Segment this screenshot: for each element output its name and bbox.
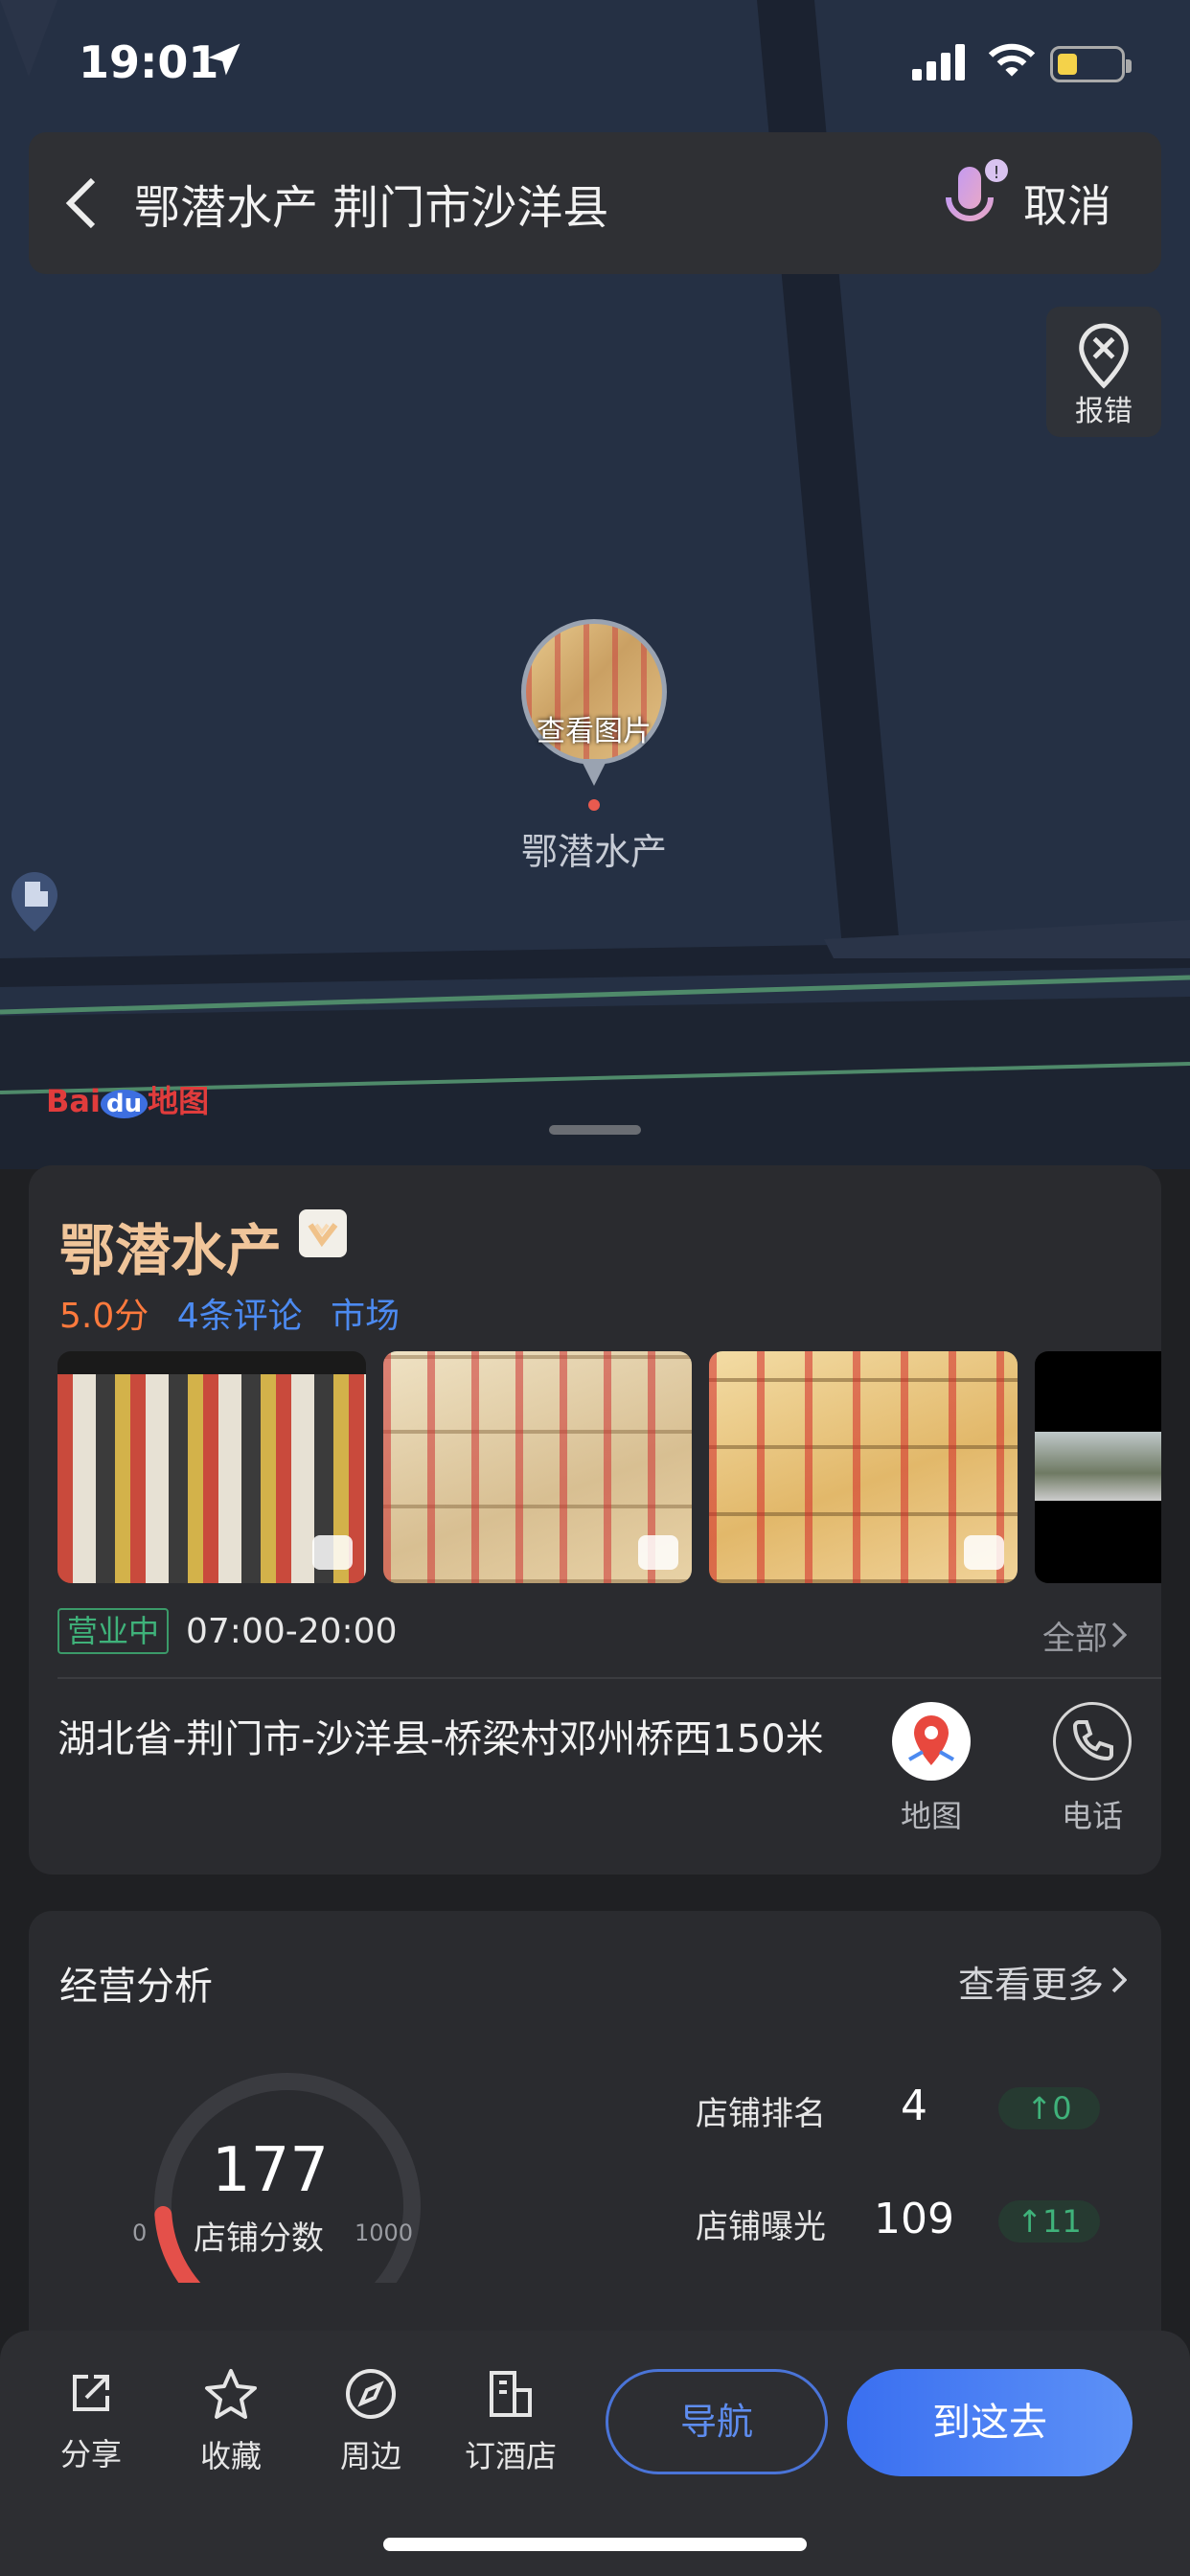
opening-hours: 07:00-20:00 — [186, 1612, 398, 1651]
home-indicator — [383, 2538, 807, 2551]
panel-drag-handle[interactable] — [549, 1125, 641, 1135]
business-analysis-title: 经营分析 — [59, 1965, 213, 2009]
navigate-button[interactable]: 导航 — [606, 2369, 828, 2474]
favorite-button[interactable]: 收藏 — [169, 2367, 293, 2476]
phone-button-label: 电话 — [1061, 1798, 1123, 1834]
bottom-action-bar: 分享 收藏 周边 订酒店 导航 到这去 — [0, 2331, 1190, 2576]
store-rank-change: ↑0 — [998, 2087, 1100, 2129]
cellular-signal-icon — [912, 44, 965, 80]
location-arrow-icon — [208, 43, 240, 76]
nearby-label: 周边 — [339, 2438, 401, 2474]
store-score-label: 店铺分数 — [194, 2220, 324, 2258]
map-poi-name: 鄂潜水产 — [520, 831, 667, 873]
store-exposure-change: ↑11 — [998, 2200, 1100, 2242]
favorite-label: 收藏 — [199, 2438, 262, 2474]
status-time: 19:01 — [79, 36, 219, 88]
nearby-button[interactable]: 周边 — [309, 2367, 433, 2476]
star-icon — [205, 2369, 257, 2419]
logo-text-du: du — [100, 1090, 149, 1118]
image-icon — [964, 1535, 1004, 1570]
hotel-icon — [490, 2371, 532, 2417]
opening-hours-row[interactable]: 营业中 07:00-20:00 全部 — [57, 1608, 1161, 1659]
store-photo[interactable] — [383, 1351, 692, 1583]
share-label: 分享 — [59, 2436, 122, 2472]
share-icon — [73, 2375, 109, 2411]
building-pin-icon[interactable] — [10, 870, 59, 933]
store-exposure-value: 109 — [874, 2195, 954, 2243]
chevron-right-icon — [1111, 1622, 1127, 1648]
store-score: 5.0分 — [59, 1297, 149, 1336]
store-rank-change-value: 0 — [1052, 2090, 1072, 2127]
store-exposure-label: 店铺曝光 — [696, 2208, 826, 2246]
store-name: 鄂潜水产 — [59, 1218, 283, 1283]
search-bar[interactable]: 鄂潜水产 荆门市沙洋县 ! 取消 — [29, 132, 1161, 274]
pin-tail — [581, 759, 607, 786]
store-meta: 5.0分 4条评论 市场 — [59, 1288, 417, 1338]
map-pin-icon — [892, 1702, 971, 1781]
pin-x-icon — [1079, 323, 1129, 389]
reviews-link[interactable]: 4条评论 — [177, 1297, 303, 1336]
store-score-value: 177 — [211, 2135, 330, 2206]
open-status-badge: 营业中 — [57, 1608, 170, 1654]
map-button-label: 地图 — [900, 1798, 962, 1834]
store-info-card: 鄂潜水产 5.0分 4条评论 市场 营业中 07:00-20:00 全部 湖北省… — [29, 1165, 1161, 1874]
image-icon — [312, 1535, 353, 1570]
search-query[interactable]: 鄂潜水产 荆门市沙洋县 — [134, 170, 937, 237]
wifi-icon — [988, 43, 1036, 77]
map-button[interactable]: 地图 — [874, 1702, 989, 1836]
up-arrow-icon: ↑ — [1017, 2203, 1043, 2240]
store-rank-value: 4 — [901, 2082, 927, 2130]
image-icon — [638, 1535, 678, 1570]
store-photo[interactable] — [709, 1351, 1018, 1583]
photo-carousel[interactable] — [57, 1351, 1161, 1583]
phone-icon — [1053, 1702, 1132, 1781]
store-exposure-row: 店铺曝光 109 ↑11 — [696, 2195, 1136, 2248]
store-photo[interactable] — [1035, 1351, 1161, 1583]
back-chevron-icon[interactable] — [29, 132, 134, 274]
verified-badge-icon — [299, 1209, 347, 1257]
status-bar: 19:01 — [0, 0, 1190, 134]
gauge-max-label: 1000 — [355, 2220, 414, 2246]
store-rank-label: 店铺排名 — [696, 2095, 826, 2133]
all-hours-link[interactable]: 全部 — [1042, 1612, 1108, 1659]
gauge-min-label: 0 — [132, 2220, 148, 2246]
logo-text-map: 地图 — [148, 1083, 210, 1119]
go-here-button[interactable]: 到这去 — [847, 2369, 1133, 2476]
voice-mic-icon[interactable]: ! — [937, 155, 1014, 251]
phone-button[interactable]: 电话 — [1035, 1702, 1150, 1836]
store-rank-row: 店铺排名 4 ↑0 — [696, 2082, 1136, 2135]
store-address[interactable]: 湖北省-荆门市-沙洋县-桥梁村邓州桥西150米 — [57, 1714, 843, 1765]
pin-location-dot — [588, 799, 600, 811]
report-error-label: 报错 — [1075, 395, 1133, 428]
compass-icon — [346, 2369, 396, 2419]
book-hotel-button[interactable]: 订酒店 — [448, 2367, 573, 2476]
up-arrow-icon: ↑ — [1026, 2090, 1053, 2127]
book-hotel-label: 订酒店 — [464, 2438, 557, 2474]
view-photos-label: 查看图片 — [537, 715, 652, 748]
store-exposure-change-value: 11 — [1042, 2203, 1082, 2240]
poi-photo-pin[interactable]: 查看图片 — [517, 615, 671, 816]
share-button[interactable]: 分享 — [29, 2367, 153, 2474]
baidu-map-logo: Bai du 地图 — [46, 1077, 209, 1121]
category-tag[interactable]: 市场 — [331, 1297, 400, 1336]
view-more-link[interactable]: 查看更多 — [958, 1955, 1104, 2008]
svg-text:!: ! — [993, 163, 999, 183]
logo-text-bai: Bai — [46, 1083, 101, 1119]
divider — [57, 1677, 1161, 1679]
cancel-button[interactable]: 取消 — [1023, 172, 1111, 235]
report-error-button[interactable]: 报错 — [1046, 307, 1161, 437]
battery-icon — [1050, 46, 1132, 82]
store-photo[interactable] — [57, 1351, 366, 1583]
chevron-right-icon — [1111, 1966, 1127, 1993]
